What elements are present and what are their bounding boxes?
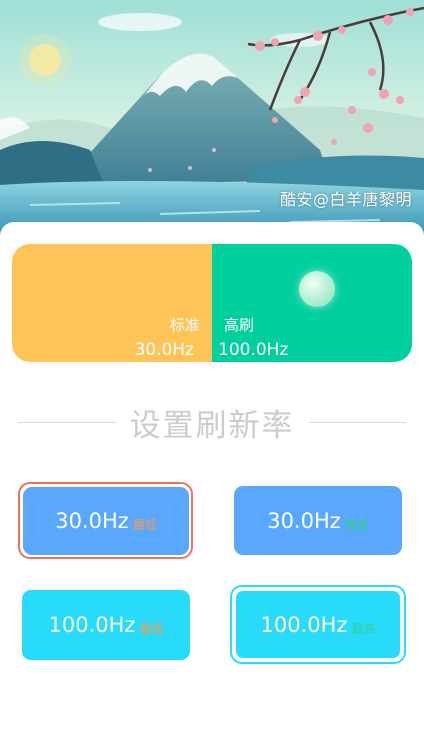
- divider-right: [308, 421, 406, 423]
- high-rate-panel: 高刷 100.0Hz: [212, 244, 412, 362]
- refresh-rate-status-card: 标准 30.0Hz 高刷 100.0Hz: [12, 244, 412, 362]
- preset-tag-max: 最高: [344, 517, 369, 532]
- preset-100hz-max-button[interactable]: 100.0Hz 最高: [234, 589, 402, 660]
- preset-tag-min: 最低: [139, 622, 164, 636]
- high-label: 高刷: [224, 316, 255, 334]
- preset-30hz-max-button[interactable]: 30.0Hz 最高: [234, 486, 402, 555]
- section-title: 设置刷新率: [129, 407, 295, 444]
- standard-label: 标准: [169, 316, 200, 334]
- toggle-knob-icon[interactable]: [299, 271, 335, 307]
- preset-tag-max: 最高: [351, 621, 376, 636]
- preset-tag-min: 最低: [132, 518, 157, 532]
- preset-value: 30.0Hz: [55, 509, 129, 533]
- preset-value: 30.0Hz: [267, 508, 341, 533]
- standard-rate-panel: 标准 30.0Hz: [12, 244, 212, 362]
- preset-value: 100.0Hz: [48, 613, 136, 637]
- standard-value: 30.0Hz: [134, 340, 194, 360]
- header-illustration: 酷安@白羊唐黎明: [0, 0, 424, 240]
- divider-left: [18, 421, 116, 423]
- high-value: 100.0Hz: [218, 340, 289, 360]
- author-watermark: 酷安@白羊唐黎明: [279, 190, 412, 209]
- preset-30hz-min-button[interactable]: 30.0Hz 最低: [23, 487, 189, 555]
- section-heading: 设置刷新率: [18, 400, 406, 444]
- preset-100hz-min-button[interactable]: 100.0Hz 最低: [22, 590, 190, 660]
- preset-value: 100.0Hz: [260, 612, 348, 637]
